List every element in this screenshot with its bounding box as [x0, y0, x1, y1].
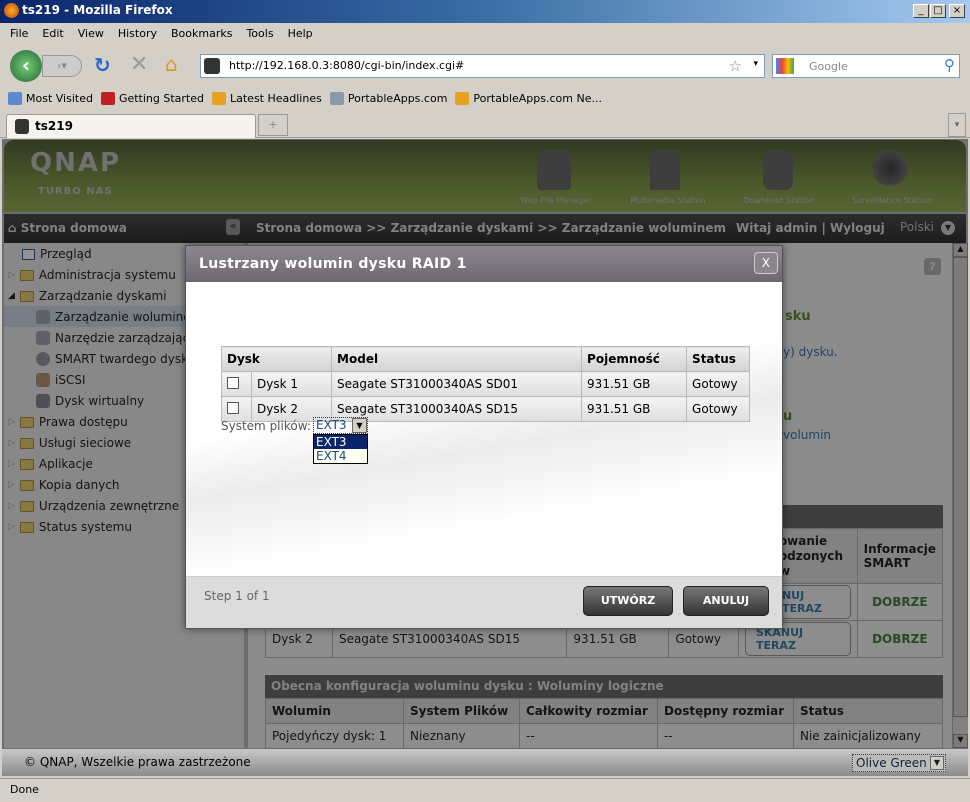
bookmark-star-icon[interactable]: ☆ — [729, 57, 742, 75]
google-engine-icon[interactable] — [776, 58, 794, 74]
close-dialog-button[interactable]: X — [754, 252, 778, 274]
menu-file[interactable]: File — [10, 27, 28, 41]
close-window-button[interactable]: × — [949, 4, 965, 18]
back-button[interactable]: ‹ — [10, 50, 42, 82]
filesystem-select[interactable]: EXT3 ▼ — [313, 417, 368, 434]
firefox-bookmark-icon — [100, 91, 115, 105]
table-row: Dysk 1 Seagate ST31000340AS SD01 931.51 … — [221, 371, 750, 397]
col-dysk: Dysk — [220, 346, 333, 372]
dialog-header: Lustrzany wolumin dysku RAID 1 X — [186, 246, 782, 282]
menu-edit[interactable]: Edit — [42, 27, 63, 41]
col-capacity: Pojemność — [581, 346, 688, 372]
home-icon[interactable]: ⌂ — [165, 52, 178, 76]
window-title-bar: ts219 - Mozilla Firefox — [0, 0, 970, 23]
bookmark-portableapps-news[interactable]: PortableApps.com Ne... — [455, 91, 602, 105]
search-magnifier-icon[interactable]: ⚲ — [944, 56, 955, 74]
model-cell: Seagate ST31000340AS SD15 — [331, 396, 583, 422]
tab-list-button[interactable]: ▾ — [948, 113, 966, 137]
disk-select-table: Dysk Model Pojemność Status Dysk 1 Seaga… — [220, 346, 750, 422]
status-cell: Gotowy — [686, 371, 750, 397]
create-button[interactable]: UTWÓRZ — [583, 586, 673, 616]
bookmark-getting-started[interactable]: Getting Started — [100, 91, 204, 105]
disk1-checkbox[interactable] — [227, 376, 239, 389]
reload-icon[interactable]: ↻ — [94, 53, 111, 77]
option-ext4[interactable]: EXT4 — [314, 449, 367, 463]
dialog-title: Lustrzany wolumin dysku RAID 1 — [199, 256, 467, 272]
chevron-down-icon[interactable]: ▼ — [930, 756, 944, 770]
url-dropdown-icon[interactable]: ▾ — [753, 59, 758, 69]
status-text: Done — [10, 783, 39, 796]
portableapps-icon — [329, 91, 344, 105]
theme-select[interactable]: Olive Green ▼ — [852, 754, 946, 772]
new-tab-button[interactable]: + — [258, 114, 288, 136]
search-input[interactable]: Google ⚲ — [772, 54, 960, 78]
minimize-button[interactable]: _ — [913, 4, 929, 18]
step-indicator: Step 1 of 1 — [204, 589, 270, 603]
search-placeholder: Google — [809, 60, 848, 73]
menu-history[interactable]: History — [118, 27, 157, 41]
dialog-body: Dysk Model Pojemność Status Dysk 1 Seaga… — [186, 282, 782, 576]
table-row: Dysk 2 Seagate ST31000340AS SD15 931.51 … — [221, 396, 750, 422]
col-model: Model — [331, 346, 583, 372]
rss-icon — [212, 91, 226, 105]
bookmark-label: Most Visited — [26, 91, 93, 105]
filesystem-label: System plików: — [221, 419, 311, 433]
tab-ts219[interactable]: ts219 — [6, 114, 256, 138]
model-cell: Seagate ST31000340AS SD01 — [331, 371, 583, 397]
status-bar: Done — [0, 778, 970, 802]
raid1-dialog: Lustrzany wolumin dysku RAID 1 X Dysk Mo… — [185, 245, 783, 629]
disk-cell: Dysk 1 — [250, 371, 333, 397]
bookmark-label: PortableApps.com — [347, 91, 448, 105]
filesystem-value: EXT3 — [316, 418, 347, 432]
filesystem-options: EXT3 EXT4 — [313, 434, 368, 464]
maximize-button[interactable]: □ — [930, 4, 946, 18]
menu-view[interactable]: View — [78, 27, 104, 41]
chevron-down-icon[interactable]: ▼ — [352, 418, 367, 433]
capacity-cell: 931.51 GB — [581, 396, 688, 422]
copyright: © QNAP, Wszelkie prawa zastrzeżone — [24, 755, 251, 769]
url-text: http://192.168.0.3:8080/cgi-bin/index.cg… — [229, 59, 465, 72]
bookmark-label: PortableApps.com Ne... — [473, 91, 602, 105]
url-bar[interactable]: http://192.168.0.3:8080/cgi-bin/index.cg… — [200, 54, 765, 78]
firefox-icon — [4, 3, 19, 18]
qnap-favicon — [15, 119, 29, 134]
bookmark-latest-headlines[interactable]: Latest Headlines — [212, 91, 322, 105]
bookmark-label: Latest Headlines — [230, 91, 322, 105]
bookmark-portableapps[interactable]: PortableApps.com — [329, 91, 448, 105]
theme-value: Olive Green — [856, 756, 927, 770]
status-cell: Gotowy — [686, 396, 750, 422]
menu-help[interactable]: Help — [288, 27, 313, 41]
menu-tools[interactable]: Tools — [246, 27, 273, 41]
bookmarks-toolbar: Most Visited Getting Started Latest Head… — [0, 88, 970, 108]
tab-label: ts219 — [35, 119, 73, 133]
forward-button[interactable]: ›▾ — [42, 55, 82, 77]
window-title: ts219 - Mozilla Firefox — [22, 3, 173, 17]
cancel-button[interactable]: ANULUJ — [683, 586, 769, 616]
site-favicon — [204, 58, 220, 74]
bookmark-most-visited[interactable]: Most Visited — [8, 91, 93, 105]
folder-icon — [8, 91, 22, 105]
capacity-cell: 931.51 GB — [581, 371, 688, 397]
disk2-checkbox[interactable] — [227, 401, 239, 414]
stop-icon[interactable]: ✕ — [130, 52, 148, 77]
col-status: Status — [686, 346, 750, 372]
page-footer: © QNAP, Wszelkie prawa zastrzeżone Olive… — [2, 749, 968, 776]
rss-icon — [455, 91, 470, 105]
option-ext3[interactable]: EXT3 — [314, 435, 367, 449]
menu-bar: File Edit View History Bookmarks Tools H… — [0, 24, 970, 44]
bookmark-label: Getting Started — [118, 91, 204, 105]
menu-bookmarks[interactable]: Bookmarks — [171, 27, 232, 41]
